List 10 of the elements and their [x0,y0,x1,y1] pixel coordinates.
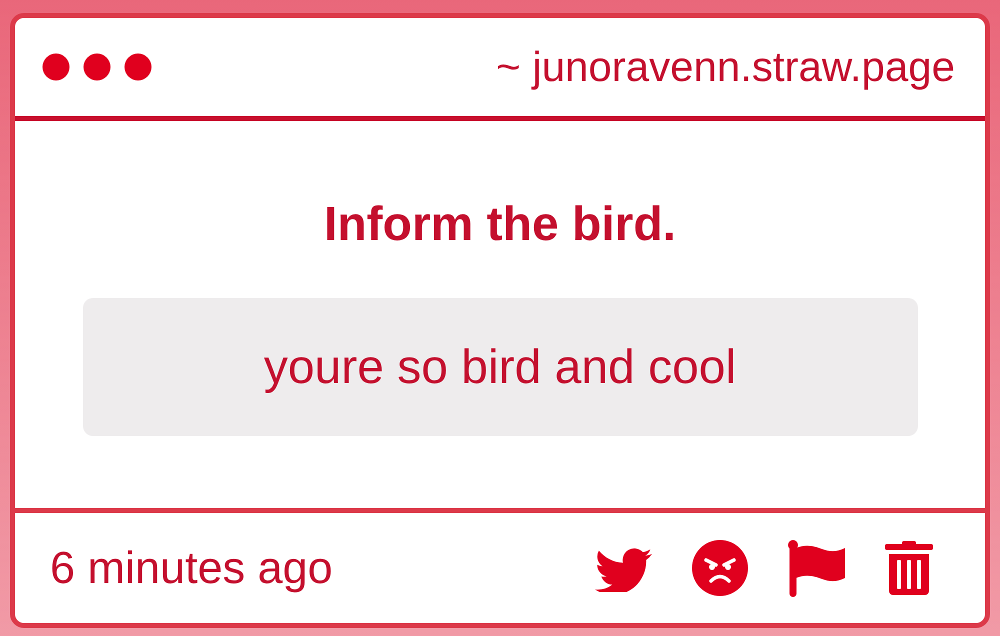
angry-face-icon[interactable] [692,540,748,596]
window-dot-icon [83,53,111,81]
window-dot-icon [42,53,70,81]
page-address: ~ junoravenn.straw.page [496,43,955,91]
timestamp: 6 minutes ago [50,542,333,594]
flag-icon[interactable] [788,540,845,596]
question-title: Inform the bird. [324,197,676,253]
trash-icon[interactable] [885,541,933,595]
window-dot-icon [124,53,152,81]
answer-text: youre so bird and cool [264,340,736,394]
